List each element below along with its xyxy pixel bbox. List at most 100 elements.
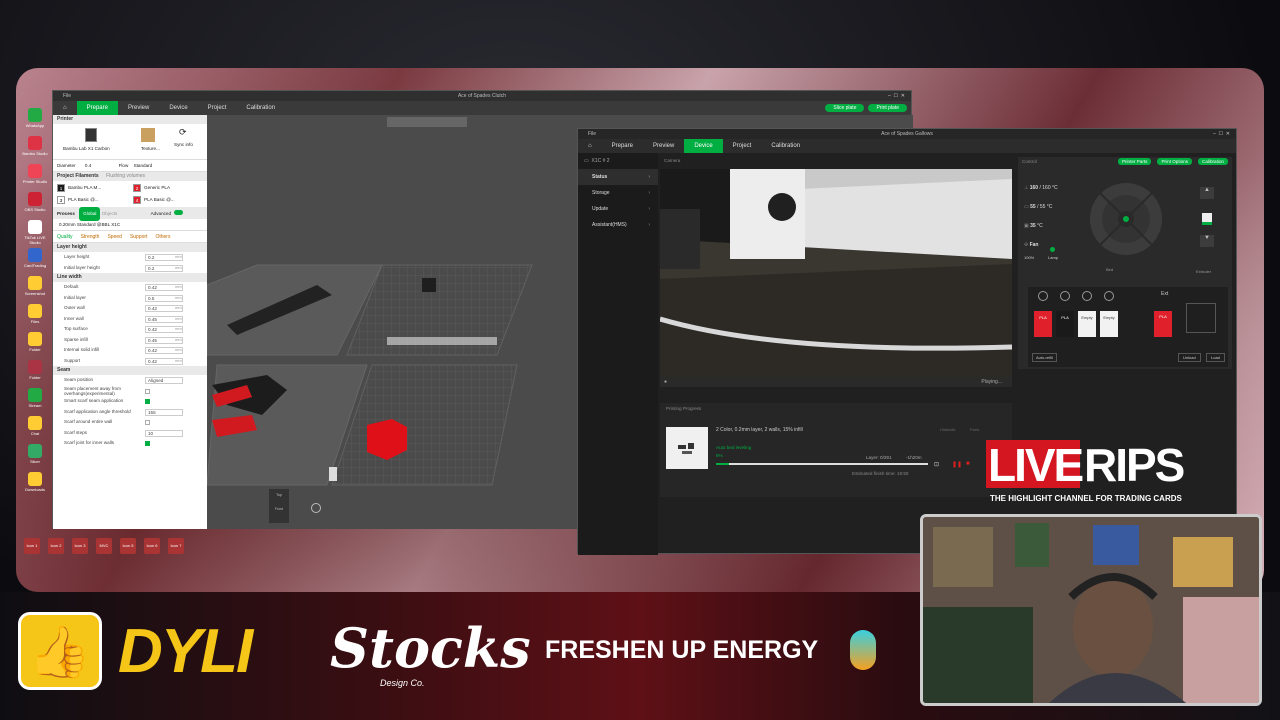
view-cube[interactable]: Top Front	[269, 489, 289, 523]
filament-swatch[interactable]: 3	[57, 196, 65, 204]
tab-preview[interactable]: Preview	[643, 139, 684, 153]
filament-item[interactable]: 4 PLA Basic @...	[133, 195, 205, 205]
nozzle-temp[interactable]: ⊥ 160 / 160 °C	[1024, 179, 1086, 198]
ext-spool[interactable]: PLA	[1154, 311, 1172, 337]
advanced-toggle[interactable]	[174, 210, 184, 215]
setting-value-input[interactable]: 10	[145, 429, 183, 437]
nav-update[interactable]: Update ›	[578, 201, 658, 217]
camera-reset-icon[interactable]	[311, 503, 321, 513]
parts-link[interactable]: Parts	[970, 427, 979, 432]
filament-item[interactable]: 2 Generic PLA	[133, 183, 205, 193]
bed-temp[interactable]: ▭ 55 / 55 °C	[1024, 198, 1086, 217]
extruder-down-button[interactable]: ▼	[1200, 235, 1214, 247]
printer-name[interactable]: Bambu Lab X1 Carbon	[63, 146, 110, 151]
menu-file[interactable]: File	[588, 129, 596, 139]
quality-tab[interactable]: Quality	[57, 231, 73, 242]
ams-slot[interactable]: Empty	[1100, 311, 1118, 337]
tab-calibration[interactable]: Calibration	[761, 139, 810, 153]
calibration-button[interactable]: Calibration	[1198, 158, 1228, 165]
window-controls[interactable]: – ☐ ✕	[888, 91, 905, 101]
desktop-icon[interactable]: TikTok LIVE Studio	[22, 220, 48, 245]
tab-preview[interactable]: Preview	[118, 101, 159, 115]
skip-icon[interactable]: ⊡	[934, 461, 939, 468]
printer-icon[interactable]	[85, 128, 97, 142]
auto-refill-button[interactable]: Auto-refill	[1032, 353, 1057, 362]
settings-section-header[interactable]: Seam	[53, 366, 207, 375]
tab-device[interactable]: Device	[159, 101, 197, 115]
filament-swatch[interactable]: 1	[57, 184, 65, 192]
desktop-icon[interactable]: Bambu Studio	[22, 136, 48, 156]
stop-icon[interactable]: ■	[966, 461, 970, 467]
tab-device[interactable]: Device	[684, 139, 723, 153]
hms-link[interactable]: Hidetails	[940, 427, 955, 432]
desktop-icon[interactable]: Screenshot	[22, 276, 48, 296]
nav-storage[interactable]: Storage ›	[578, 185, 658, 201]
extruder-up-button[interactable]: ▲	[1200, 187, 1214, 199]
desktop-icon[interactable]: CardTrading	[22, 248, 48, 268]
filament-swatch[interactable]: 4	[133, 196, 141, 204]
desktop-icon[interactable]: Folder	[22, 332, 48, 352]
fan-row[interactable]: ✣ Fan	[1024, 236, 1086, 255]
desktop-icon[interactable]: Slicer	[22, 444, 48, 464]
desktop-icon[interactable]: Folder	[22, 360, 48, 380]
desktop-icon[interactable]: OBS Studio	[22, 192, 48, 212]
menu-file[interactable]: File	[63, 91, 71, 101]
print-options-button[interactable]: Print Options	[1157, 158, 1193, 165]
process-toggle-objects[interactable]: Objects	[102, 211, 118, 216]
filament-item[interactable]: 3 PLA Basic @...	[57, 195, 129, 205]
setting-checkbox[interactable]	[145, 388, 150, 394]
quality-tab[interactable]: Strength	[81, 231, 100, 242]
jog-pad[interactable]	[1088, 181, 1164, 257]
setting-checkbox[interactable]	[145, 441, 150, 446]
ams-slot[interactable]: PLA	[1034, 311, 1052, 337]
home-icon[interactable]: ⌂	[578, 139, 602, 153]
setting-checkbox[interactable]	[145, 420, 150, 425]
ams-slot[interactable]: PLA	[1056, 311, 1074, 337]
camera-feed[interactable]: ● Playing...	[660, 169, 1012, 387]
print-plate-button[interactable]: Print plate	[868, 104, 907, 112]
desktop-shortcut[interactable]: Icon 7	[168, 538, 184, 554]
settings-section-header[interactable]: Line width	[53, 273, 207, 282]
lamp-toggle[interactable]: Lamp	[1048, 255, 1058, 260]
desktop-icon[interactable]: Files	[22, 304, 48, 324]
slice-plate-button[interactable]: Slice plate	[825, 104, 865, 112]
viewport-toolbar[interactable]	[387, 117, 467, 127]
small-model[interactable]	[329, 467, 337, 481]
filament-item[interactable]: 1 Bambu PLA M...	[57, 183, 129, 193]
view-front[interactable]: Front	[269, 507, 289, 511]
filament-swatch[interactable]: 2	[133, 184, 141, 192]
unload-button[interactable]: Unload	[1178, 353, 1201, 362]
desktop-icon[interactable]: WhatsApp	[22, 108, 48, 128]
desktop-icon[interactable]: Printer Studio	[22, 164, 48, 184]
desktop-shortcut[interactable]: Icon 1	[24, 538, 40, 554]
nav-status[interactable]: Status ›	[578, 169, 658, 185]
ams-slot[interactable]: Empty	[1078, 311, 1096, 337]
flow-value[interactable]: Standard	[134, 163, 153, 168]
quality-tab[interactable]: Others	[155, 231, 170, 242]
setting-value-input[interactable]: Aligned	[145, 377, 183, 384]
home-icon[interactable]: ⌂	[53, 101, 77, 115]
process-preset[interactable]: 0.20mm Standard @BBL X1C	[53, 219, 207, 231]
desktop-shortcut[interactable]: Icon 2	[48, 538, 64, 554]
desktop-shortcut[interactable]: Icon 6	[144, 538, 160, 554]
desktop-icon[interactable]: Stream	[22, 388, 48, 408]
desktop-shortcut[interactable]: MVC	[96, 538, 112, 554]
desktop-shortcut[interactable]: Icon 5	[120, 538, 136, 554]
tab-project[interactable]: Project	[198, 101, 237, 115]
setting-value-input[interactable]: 155	[145, 408, 183, 416]
setting-checkbox[interactable]	[145, 399, 150, 404]
tab-prepare[interactable]: Prepare	[76, 101, 118, 115]
view-top[interactable]: Top	[269, 493, 289, 497]
diameter-value[interactable]: 0.4	[85, 163, 91, 168]
pause-icon[interactable]: ❚❚	[952, 461, 962, 468]
window-controls[interactable]: – ☐ ✕	[1213, 129, 1230, 139]
desktop-shortcut[interactable]: Icon 3	[72, 538, 88, 554]
printer-parts-button[interactable]: Printer Parts	[1117, 158, 1152, 165]
tab-project[interactable]: Project	[723, 139, 762, 153]
sync-icon[interactable]: ⟳	[179, 127, 187, 138]
quality-tab[interactable]: Support	[130, 231, 148, 242]
record-icon[interactable]: ●	[664, 379, 667, 385]
model-cylinder[interactable]	[422, 278, 436, 292]
device-selector[interactable]: ▭ X1C # 2	[578, 153, 658, 169]
quality-tab[interactable]: Speed	[107, 231, 121, 242]
